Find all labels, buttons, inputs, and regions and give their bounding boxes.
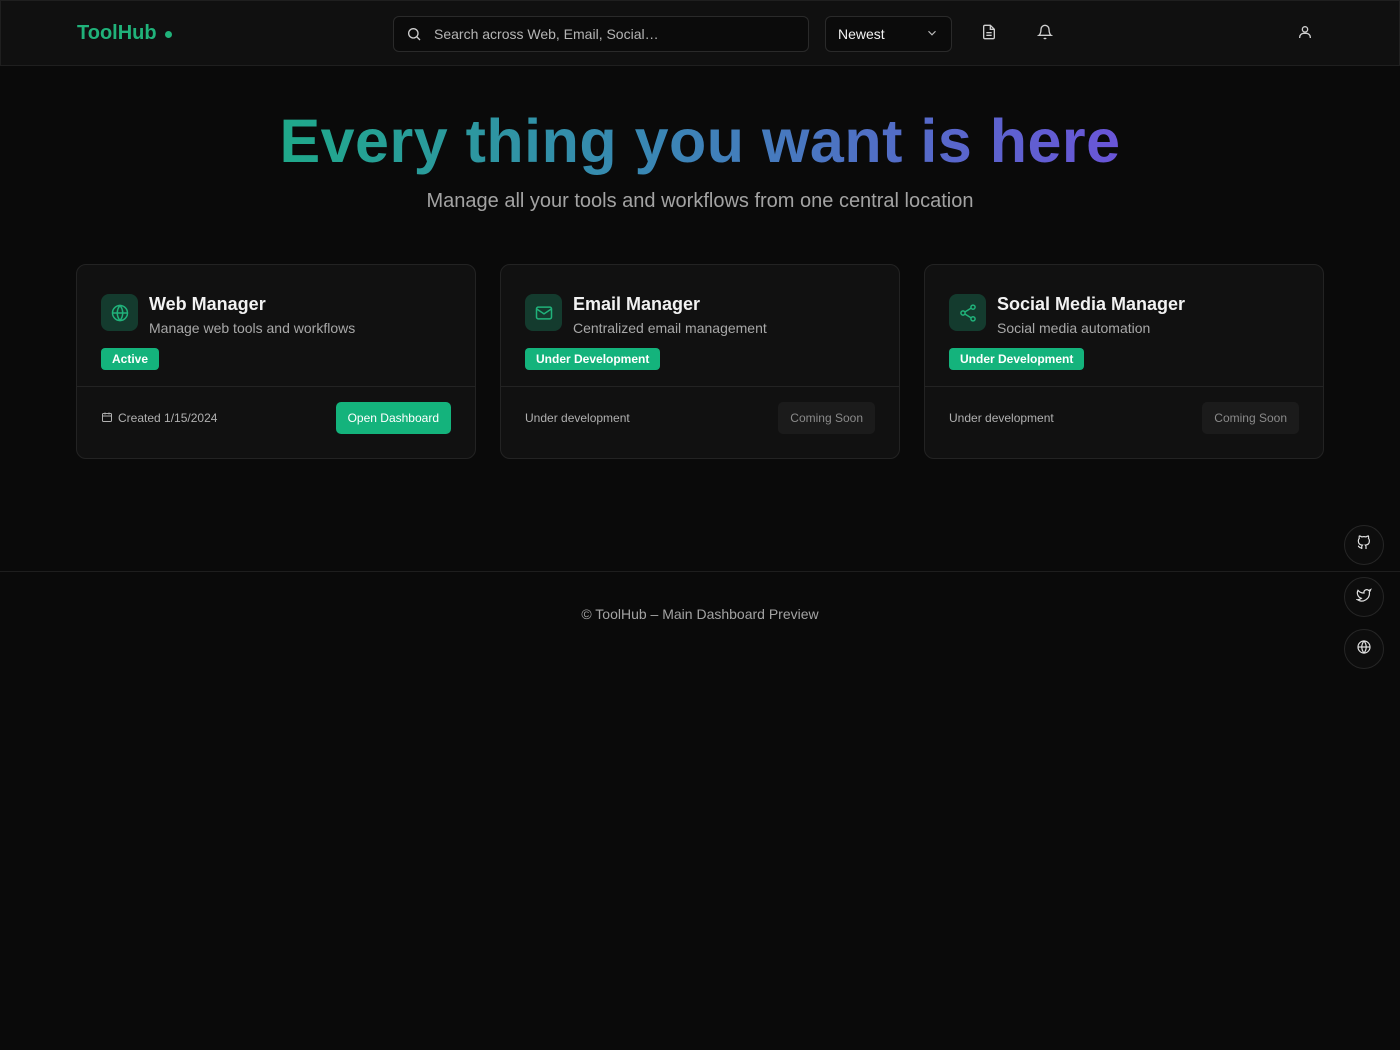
status-badge: Under Development — [525, 348, 661, 370]
tool-card-email-manager: Email Manager Centralized email manageme… — [500, 264, 900, 459]
status-badge: Under Development — [949, 348, 1085, 370]
card-status-text: Under development — [949, 411, 1054, 425]
card-divider — [501, 386, 899, 387]
user-menu-button[interactable] — [1287, 16, 1323, 52]
status-badge: Active — [101, 348, 160, 370]
search-input[interactable] — [434, 26, 794, 42]
sort-dropdown[interactable]: Newest — [825, 16, 952, 52]
tool-card-social-media-manager: Social Media Manager Social media automa… — [924, 264, 1324, 459]
notifications-button[interactable] — [1027, 16, 1063, 52]
card-status-text: Under development — [525, 411, 630, 425]
globe-icon — [1356, 639, 1372, 660]
card-title: Social Media Manager — [997, 294, 1186, 314]
card-description: Manage web tools and workflows — [149, 320, 356, 336]
chevron-down-icon — [925, 26, 939, 43]
github-icon — [1356, 534, 1372, 556]
coming-soon-button[interactable]: Coming Soon — [778, 402, 875, 434]
search-bar[interactable] — [393, 16, 809, 52]
brand-name: ToolHub — [77, 22, 157, 44]
globe-icon — [101, 294, 138, 331]
top-navbar: ToolHub Newest — [0, 0, 1400, 66]
calendar-icon — [101, 411, 113, 426]
open-dashboard-button[interactable]: Open Dashboard — [335, 402, 451, 434]
document-button[interactable] — [971, 16, 1007, 52]
created-date: Created 1/15/2024 — [101, 411, 217, 426]
brand-dot — [164, 31, 172, 38]
sort-selected-value: Newest — [838, 26, 885, 42]
tool-card-web-manager: Web Manager Manage web tools and workflo… — [76, 264, 476, 459]
search-icon — [394, 26, 434, 42]
github-button[interactable] — [1344, 525, 1384, 565]
twitter-button[interactable] — [1344, 577, 1384, 617]
hero-subtitle: Manage all your tools and workflows from… — [426, 190, 974, 212]
footer-copyright: © ToolHub – Main Dashboard Preview — [581, 606, 819, 622]
document-icon — [981, 24, 997, 45]
twitter-icon — [1355, 587, 1372, 608]
card-divider — [77, 386, 475, 387]
brand-logo[interactable]: ToolHub — [77, 22, 172, 45]
share-icon — [949, 294, 986, 331]
mail-icon — [525, 294, 562, 331]
coming-soon-button[interactable]: Coming Soon — [1202, 402, 1299, 434]
card-description: Social media automation — [997, 320, 1151, 336]
website-button[interactable] — [1344, 629, 1384, 669]
card-description: Centralized email management — [573, 320, 767, 336]
created-date-text: Created 1/15/2024 — [118, 411, 218, 425]
hero-title: Every thing you want is here — [0, 106, 1400, 176]
hero-title-text: Every thing you want is here — [279, 107, 1121, 175]
user-icon — [1297, 24, 1313, 45]
card-title: Email Manager — [573, 294, 701, 314]
footer-divider — [0, 571, 1400, 572]
card-divider — [925, 386, 1323, 387]
bell-icon — [1036, 24, 1054, 45]
card-title: Web Manager — [149, 294, 266, 314]
